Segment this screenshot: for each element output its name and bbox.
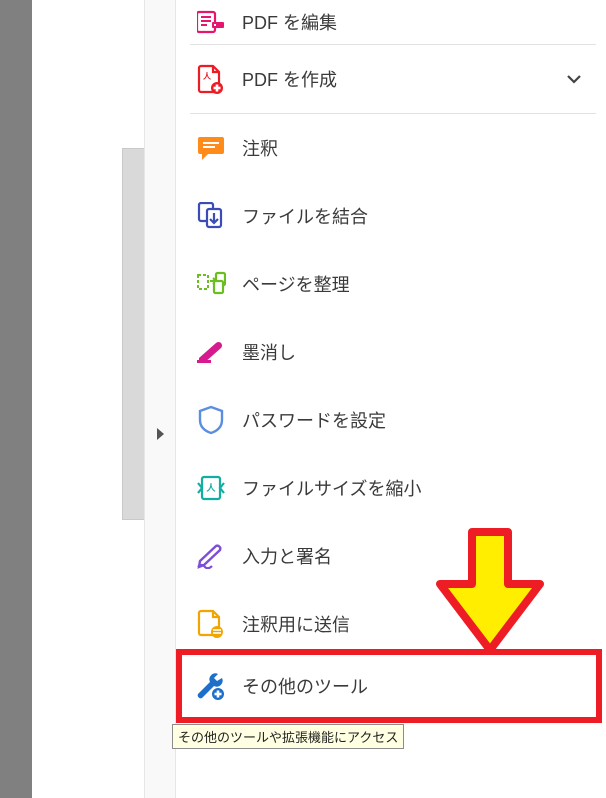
chevron-right-icon bbox=[155, 428, 165, 440]
tool-redact[interactable]: 墨消し bbox=[176, 318, 606, 386]
shield-icon bbox=[196, 405, 226, 435]
scrollbar-track[interactable] bbox=[122, 148, 146, 520]
tooltip: その他のツールや拡張機能にアクセス bbox=[172, 724, 404, 749]
tool-compress[interactable]: 人 ファイルサイズを縮小 bbox=[176, 454, 606, 522]
tool-send-comments[interactable]: 注釈用に送信 bbox=[176, 590, 606, 658]
combine-files-icon bbox=[196, 201, 226, 231]
organize-pages-icon bbox=[196, 269, 226, 299]
tool-label: ページを整理 bbox=[242, 271, 606, 297]
tool-protect[interactable]: パスワードを設定 bbox=[176, 386, 606, 454]
collapse-panel-button[interactable] bbox=[153, 426, 167, 442]
tool-label: 入力と署名 bbox=[242, 543, 606, 569]
tool-fill-sign[interactable]: 入力と署名 bbox=[176, 522, 606, 590]
create-pdf-icon: 人 bbox=[196, 64, 226, 94]
left-gutter bbox=[0, 0, 32, 798]
tool-create-pdf[interactable]: 人 PDF を作成 bbox=[176, 45, 606, 113]
tooltip-text: その他のツールや拡張機能にアクセス bbox=[178, 730, 398, 745]
compress-icon: 人 bbox=[196, 473, 226, 503]
fill-sign-icon bbox=[196, 541, 226, 571]
tool-comments[interactable]: 注釈 bbox=[176, 114, 606, 182]
redact-icon bbox=[196, 337, 226, 367]
wrench-icon bbox=[196, 671, 226, 701]
tool-label: PDF を作成 bbox=[242, 66, 566, 92]
chevron-down-icon bbox=[566, 74, 582, 84]
tool-edit-pdf[interactable]: PDF を編集 bbox=[176, 0, 606, 44]
expand-chevron[interactable] bbox=[566, 74, 606, 84]
tool-label: ファイルサイズを縮小 bbox=[242, 475, 606, 501]
svg-text:人: 人 bbox=[205, 482, 216, 493]
tool-more-tools[interactable]: その他のツール bbox=[176, 649, 602, 723]
tool-label: 墨消し bbox=[242, 339, 606, 365]
tool-combine-files[interactable]: ファイルを結合 bbox=[176, 182, 606, 250]
tool-label: その他のツール bbox=[242, 673, 368, 699]
send-comments-icon bbox=[196, 609, 226, 639]
tool-organize-pages[interactable]: ページを整理 bbox=[176, 250, 606, 318]
svg-text:人: 人 bbox=[203, 71, 212, 81]
tool-label: 注釈 bbox=[242, 135, 606, 161]
tool-label: 注釈用に送信 bbox=[242, 611, 606, 637]
comment-icon bbox=[196, 133, 226, 163]
edit-pdf-icon bbox=[196, 7, 226, 37]
tool-label: パスワードを設定 bbox=[242, 407, 606, 433]
collapse-column bbox=[144, 0, 176, 798]
tool-label: ファイルを結合 bbox=[242, 203, 606, 229]
tool-label: PDF を編集 bbox=[242, 9, 606, 35]
